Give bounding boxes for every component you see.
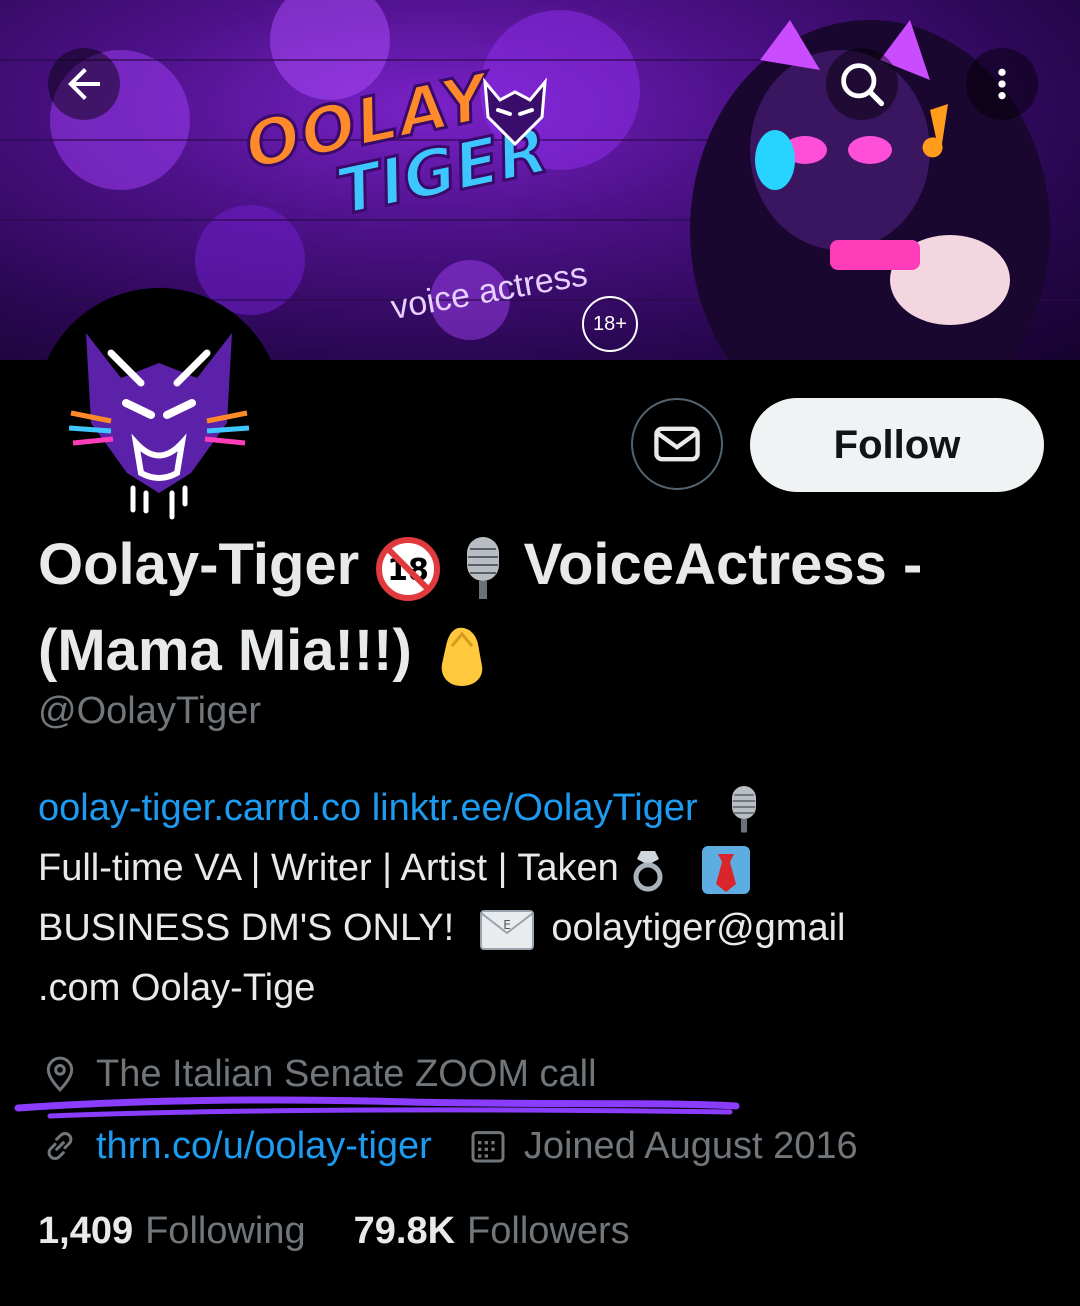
ring-icon (633, 850, 663, 892)
follow-button[interactable]: Follow (750, 398, 1044, 492)
user-handle: @OolayTiger (38, 690, 262, 732)
joined-date: Joined August 2016 (523, 1124, 858, 1167)
envelope-icon (654, 426, 700, 462)
back-button[interactable] (48, 48, 120, 120)
no-under-18-icon: 18 (376, 536, 441, 601)
microphone-icon (732, 785, 757, 833)
followers-label: Followers (467, 1210, 630, 1252)
display-name-part1: Oolay-Tiger (38, 532, 360, 597)
tiger-avatar-image (41, 293, 277, 529)
display-name: Oolay-Tiger 18 VoiceActress - (Mama Mia!… (38, 522, 1048, 694)
necktie-icon (701, 845, 750, 894)
avatar[interactable] (36, 288, 282, 534)
banner-age-badge: 18+ (582, 296, 638, 352)
bio-line-2: Full-time VA | Writer | Artist | Taken (38, 838, 1038, 898)
message-button[interactable] (631, 398, 723, 490)
svg-text:E: E (503, 918, 511, 932)
followers-stat[interactable]: 79.8K Followers (354, 1210, 630, 1253)
bio-link-carrd[interactable]: oolay-tiger.carrd.co (38, 787, 361, 829)
pinched-fingers-icon (441, 627, 483, 686)
website-joined-row: thrn.co/u/oolay-tiger Joined August 2016 (38, 1124, 858, 1168)
following-label: Following (145, 1210, 306, 1252)
followers-count: 79.8K (353, 1210, 456, 1252)
calendar-icon (466, 1124, 510, 1168)
search-icon (841, 63, 885, 107)
following-stat[interactable]: 1,409 Following (38, 1210, 306, 1253)
bio-text-email: oolaytiger@gmail (551, 907, 846, 949)
display-name-part2: VoiceActress - (523, 532, 923, 597)
bio-line-4: .com Oolay-Tige (38, 967, 316, 1009)
more-vertical-icon (998, 68, 1006, 100)
display-name-part3: (Mama Mia!!!) (38, 618, 412, 683)
bio-link-linktree[interactable]: linktr.ee/OolayTiger (372, 787, 698, 829)
following-count: 1,409 (38, 1210, 134, 1252)
bio: oolay-tiger.carrd.co linktr.ee/OolayTige… (38, 778, 1038, 1018)
search-button[interactable] (826, 48, 898, 120)
banner-tiger-icon (483, 77, 547, 147)
bio-text-business: BUSINESS DM'S ONLY! (38, 907, 455, 949)
microphone-icon (466, 536, 499, 599)
link-icon (38, 1124, 82, 1168)
more-options-button[interactable] (966, 48, 1038, 120)
follow-stats: 1,409 Following 79.8K Followers (38, 1210, 630, 1253)
envelope-emoji-icon: E (479, 909, 534, 950)
website-link[interactable]: thrn.co/u/oolay-tiger (96, 1125, 432, 1168)
bio-line-3: BUSINESS DM'S ONLY! E oolaytiger@gmail (38, 898, 1038, 958)
arrow-left-icon (68, 68, 100, 100)
bio-text-roles: Full-time VA | Writer | Artist | Taken (38, 847, 619, 889)
bio-line-1: oolay-tiger.carrd.co linktr.ee/OolayTige… (38, 778, 1038, 838)
